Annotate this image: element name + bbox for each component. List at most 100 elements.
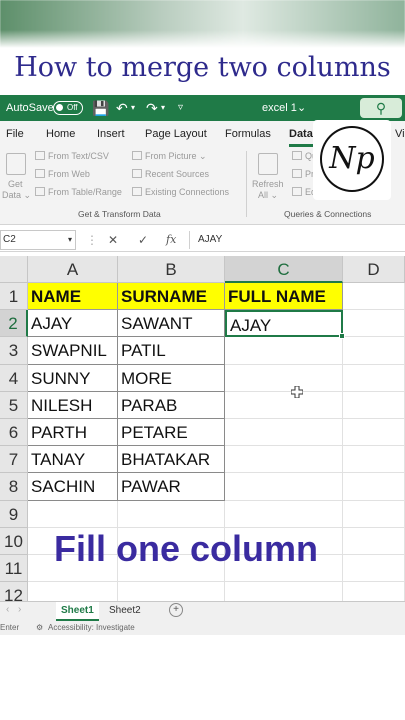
row-header-1[interactable]: 1: [0, 283, 28, 311]
get-data-dropdown[interactable]: Data ⌄: [2, 190, 31, 201]
file-name[interactable]: excel 1: [262, 95, 297, 121]
name-cell[interactable]: SWAPNIL: [28, 337, 118, 365]
row-header-8[interactable]: 8: [0, 473, 28, 501]
tab-file[interactable]: File: [6, 121, 24, 147]
column-header-a[interactable]: A: [28, 256, 118, 283]
properties-btn[interactable]: Pr: [292, 169, 314, 179]
surname-cell[interactable]: BHATAKAR: [118, 446, 225, 474]
insert-function-icon[interactable]: fx: [166, 230, 176, 250]
surname-cell[interactable]: PAWAR: [118, 473, 225, 501]
formula-input[interactable]: AJAY: [198, 230, 222, 250]
refresh-label[interactable]: Refresh: [252, 179, 284, 189]
add-sheet-icon[interactable]: +: [169, 603, 183, 617]
column-header-d[interactable]: D: [343, 256, 405, 283]
column-header-b[interactable]: B: [118, 256, 225, 283]
empty-cell[interactable]: [28, 582, 118, 601]
empty-cell[interactable]: [343, 446, 405, 474]
empty-cell[interactable]: [28, 500, 118, 528]
from-web[interactable]: From Web: [35, 169, 90, 179]
row-header-3[interactable]: 3: [0, 337, 28, 365]
accessibility-status[interactable]: Accessibility: Investigate: [48, 621, 135, 635]
tab-insert[interactable]: Insert: [97, 121, 125, 147]
existing-connections[interactable]: Existing Connections: [132, 187, 229, 197]
row-header-7[interactable]: 7: [0, 446, 28, 474]
from-text-csv[interactable]: From Text/CSV: [35, 151, 109, 161]
sheet-tab-sheet2[interactable]: Sheet2: [104, 602, 146, 621]
row-header-10[interactable]: 10: [0, 527, 28, 555]
empty-cell[interactable]: [343, 527, 405, 555]
file-name-dropdown[interactable]: ⌄: [297, 95, 306, 121]
empty-cell[interactable]: [343, 500, 405, 528]
empty-cell[interactable]: [225, 500, 343, 528]
empty-cell[interactable]: [343, 555, 405, 583]
get-data-icon[interactable]: [6, 153, 26, 175]
name-box[interactable]: C2 ▾: [0, 230, 76, 250]
active-cell-c2[interactable]: AJAY: [225, 310, 343, 338]
header-cell-full-name[interactable]: FULL NAME: [225, 283, 343, 311]
empty-cell[interactable]: [225, 364, 343, 392]
row-header-2[interactable]: 2: [0, 310, 28, 338]
name-cell[interactable]: TANAY: [28, 446, 118, 474]
header-cell-surname[interactable]: SURNAME: [118, 283, 225, 311]
undo-icon[interactable]: ↶: [116, 95, 128, 121]
row-header-4[interactable]: 4: [0, 364, 28, 392]
surname-cell[interactable]: MORE: [118, 364, 225, 392]
surname-cell[interactable]: PATIL: [118, 337, 225, 365]
empty-cell[interactable]: [343, 391, 405, 419]
empty-cell[interactable]: [343, 337, 405, 365]
scroll-sheets-left-icon[interactable]: ‹: [6, 604, 9, 615]
empty-cell[interactable]: [225, 419, 343, 447]
tab-home[interactable]: Home: [46, 121, 75, 147]
fill-handle[interactable]: [339, 333, 345, 340]
empty-cell[interactable]: [343, 283, 405, 311]
refresh-all-icon[interactable]: [258, 153, 278, 175]
surname-cell[interactable]: PETARE: [118, 419, 225, 447]
customize-toolbar-icon[interactable]: ▿: [178, 95, 183, 121]
empty-cell[interactable]: [225, 473, 343, 501]
row-header-5[interactable]: 5: [0, 391, 28, 419]
tab-formulas[interactable]: Formulas: [225, 121, 271, 147]
tab-data[interactable]: Data: [289, 121, 313, 147]
cancel-icon[interactable]: ✕: [108, 230, 118, 250]
accessibility-icon[interactable]: ⚙: [36, 621, 43, 635]
header-cell-name[interactable]: NAME: [28, 283, 118, 311]
scroll-sheets-right-icon[interactable]: ›: [18, 604, 21, 615]
empty-cell[interactable]: [225, 391, 343, 419]
autosave-toggle[interactable]: Off: [53, 101, 83, 115]
row-header-11[interactable]: 11: [0, 555, 28, 583]
sheet-tab-sheet1[interactable]: Sheet1: [56, 602, 99, 621]
select-all-corner[interactable]: [0, 256, 28, 283]
empty-cell[interactable]: [118, 500, 225, 528]
name-cell[interactable]: NILESH: [28, 391, 118, 419]
row-header-6[interactable]: 6: [0, 419, 28, 447]
name-box-dropdown-icon[interactable]: ▾: [68, 231, 72, 249]
name-cell[interactable]: AJAY: [28, 310, 118, 338]
from-picture[interactable]: From Picture ⌄: [132, 151, 207, 162]
column-header-c[interactable]: C: [225, 256, 343, 283]
empty-cell[interactable]: [343, 582, 405, 601]
empty-cell[interactable]: [225, 337, 343, 365]
empty-cell[interactable]: [225, 446, 343, 474]
surname-cell[interactable]: SAWANT: [118, 310, 225, 338]
empty-cell[interactable]: [343, 364, 405, 392]
recent-sources[interactable]: Recent Sources: [132, 169, 209, 179]
redo-dropdown-icon[interactable]: ▾: [161, 95, 165, 121]
empty-cell[interactable]: [118, 582, 225, 601]
enter-check-icon[interactable]: ✓: [138, 230, 148, 250]
name-cell[interactable]: PARTH: [28, 419, 118, 447]
name-cell[interactable]: SACHIN: [28, 473, 118, 501]
row-header-9[interactable]: 9: [0, 500, 28, 528]
row-header-12[interactable]: 12: [0, 582, 28, 601]
redo-icon[interactable]: ↷: [146, 95, 158, 121]
tab-view[interactable]: View: [395, 121, 405, 147]
name-cell[interactable]: SUNNY: [28, 364, 118, 392]
surname-cell[interactable]: PARAB: [118, 391, 225, 419]
search-icon[interactable]: ⚲: [360, 98, 402, 118]
empty-cell[interactable]: [225, 582, 343, 601]
undo-dropdown-icon[interactable]: ▾: [131, 95, 135, 121]
save-icon[interactable]: 💾: [92, 95, 109, 121]
empty-cell[interactable]: [343, 419, 405, 447]
empty-cell[interactable]: [343, 473, 405, 501]
get-data-label[interactable]: Get: [8, 179, 23, 189]
refresh-dropdown[interactable]: All ⌄: [258, 190, 278, 201]
